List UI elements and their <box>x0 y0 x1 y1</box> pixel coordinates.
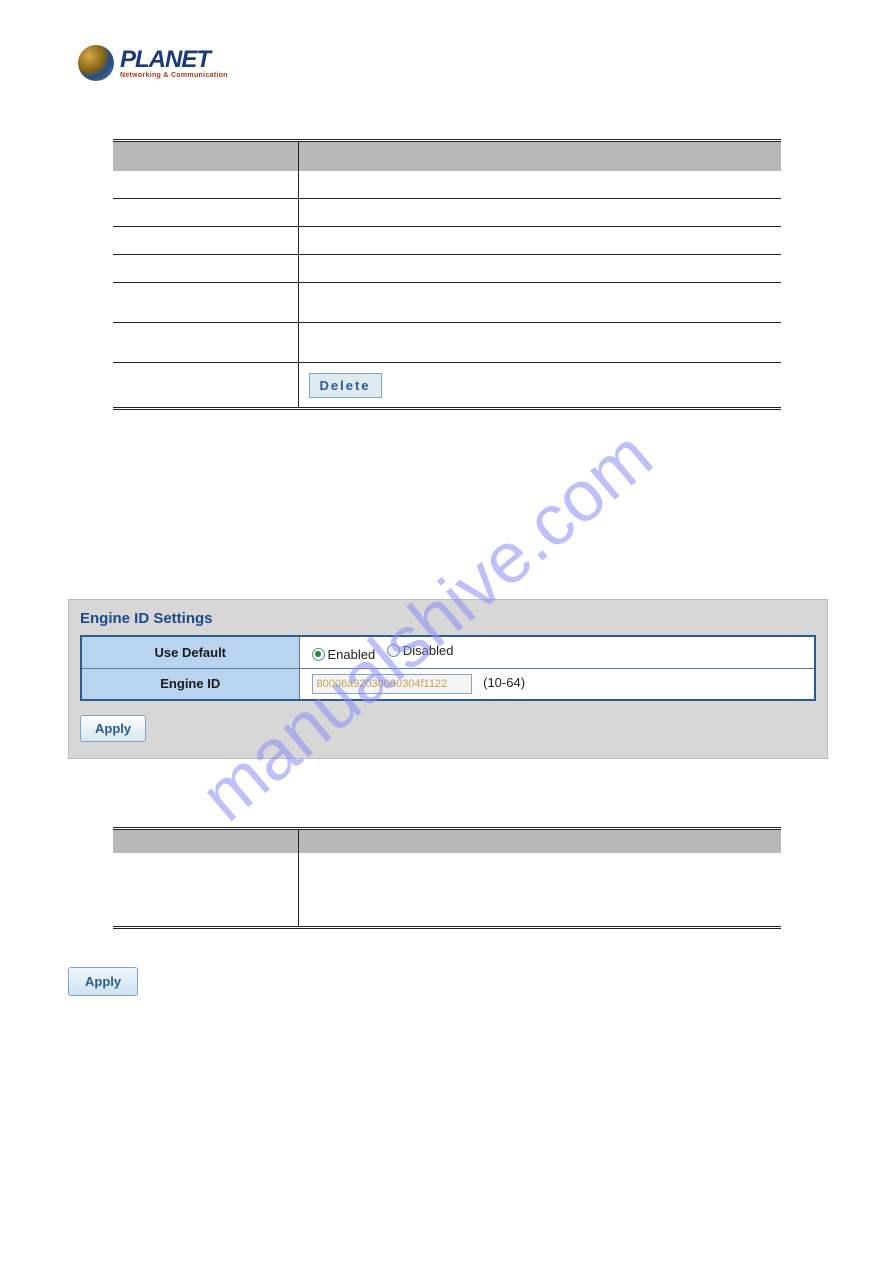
use-default-disabled-radio[interactable]: Disabled <box>387 643 454 658</box>
use-default-enabled-radio[interactable]: Enabled <box>312 647 376 662</box>
apply-button[interactable]: Apply <box>68 967 138 996</box>
brand-tagline: Networking & Communication <box>120 72 228 79</box>
panel-title: Engine ID Settings <box>80 610 816 627</box>
engine-id-settings-panel: Engine ID Settings Use Default Enabled D… <box>68 599 828 759</box>
settings-table-1: Delete <box>113 139 781 410</box>
brand-name: PLANET <box>120 48 228 72</box>
settings-table-2 <box>113 827 781 929</box>
globe-icon <box>78 45 114 81</box>
delete-button[interactable]: Delete <box>309 373 382 398</box>
engine-id-hint: (10-64) <box>483 675 525 690</box>
apply-button-panel[interactable]: Apply <box>80 715 146 742</box>
radio-label-enabled: Enabled <box>328 647 376 662</box>
engine-id-form: Use Default Enabled Disabled Engine ID (… <box>80 635 816 701</box>
brand-logo: PLANET Networking & Communication <box>78 45 228 81</box>
engine-id-input[interactable] <box>312 674 472 694</box>
radio-label-disabled: Disabled <box>403 643 454 658</box>
engine-id-label: Engine ID <box>81 668 299 700</box>
use-default-label: Use Default <box>81 636 299 668</box>
